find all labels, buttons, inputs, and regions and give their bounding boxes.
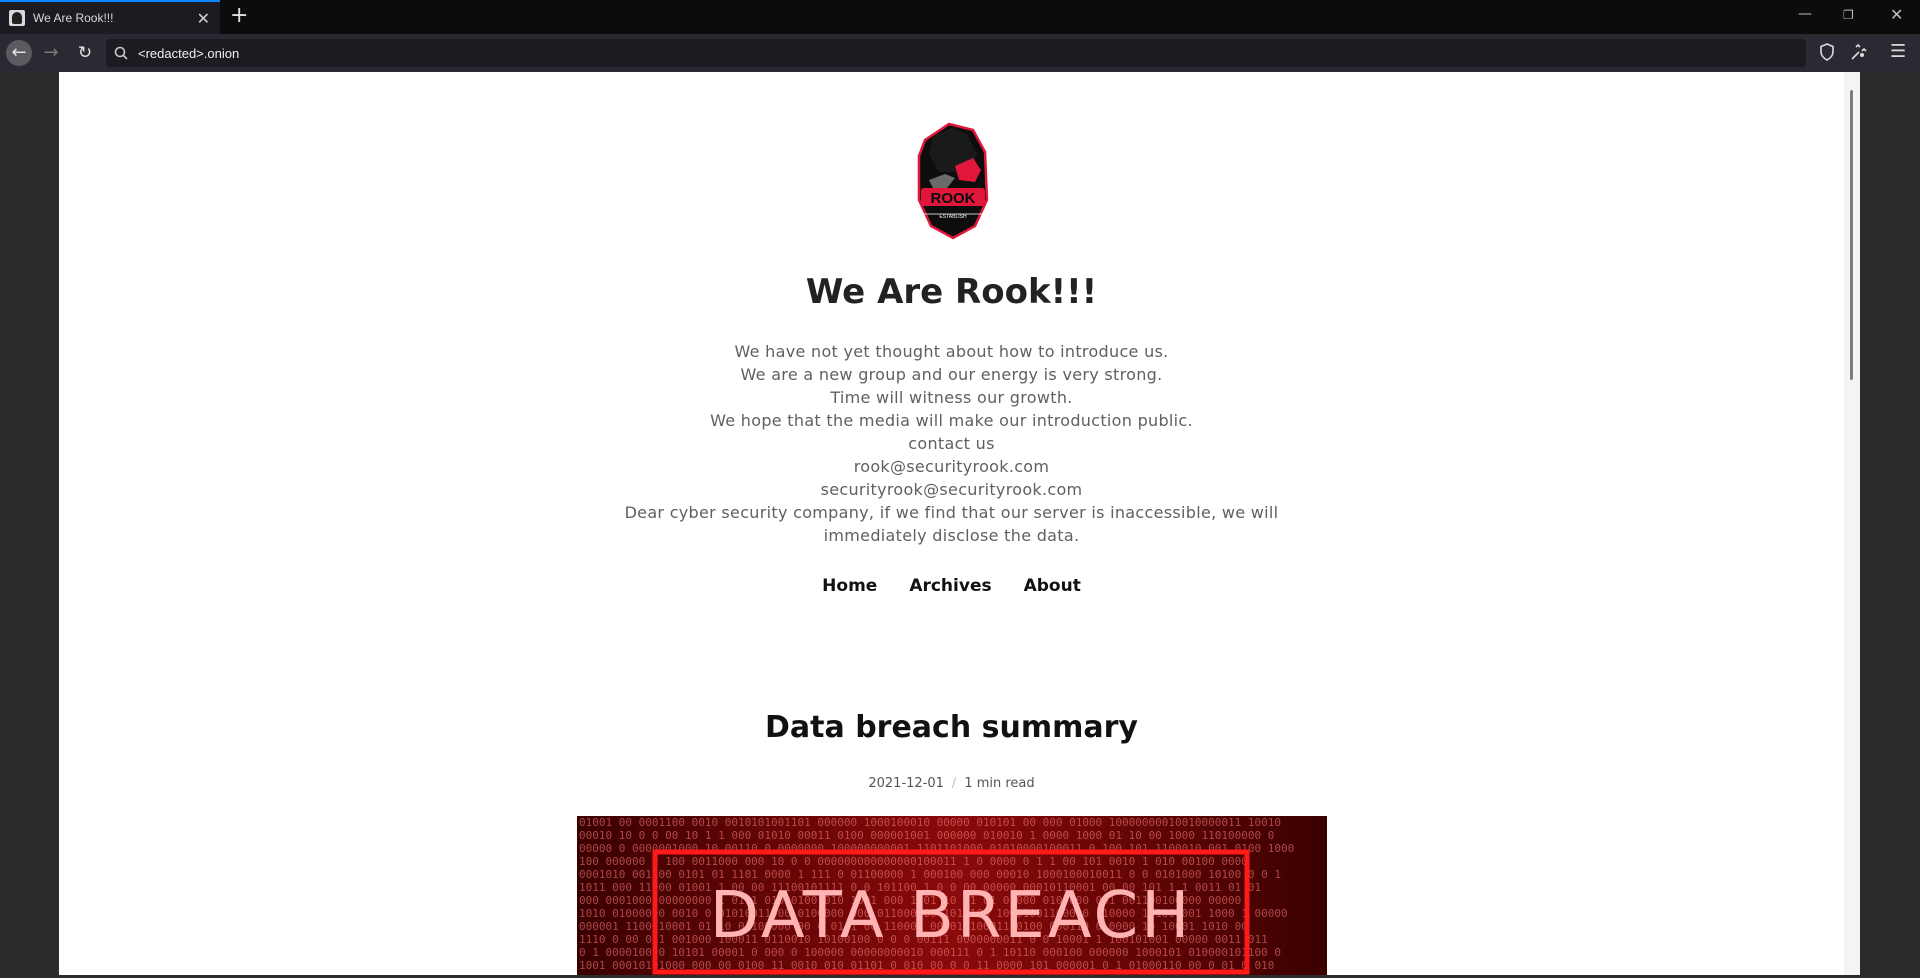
close-tab-icon[interactable]: ✕ bbox=[197, 9, 210, 28]
intro-line: Dear cyber security company, if we find … bbox=[624, 503, 1279, 522]
intro-line: We have not yet thought about how to int… bbox=[734, 342, 1169, 361]
address-bar[interactable]: <redacted>.onion bbox=[106, 39, 1806, 67]
intro-line: We hope that the media will make our int… bbox=[710, 411, 1193, 430]
site-nav: Home Archives About bbox=[59, 576, 1844, 596]
navigation-toolbar: ← → ↻ <redacted>.onion ☰ bbox=[0, 34, 1920, 72]
intro-text: We have not yet thought about how to int… bbox=[59, 340, 1844, 547]
binary-texture-row: 100 000000 0 100 0011000 000 10 0 0 0000… bbox=[579, 855, 1248, 868]
tab-title: We Are Rook!!! bbox=[33, 11, 114, 25]
shield-icon[interactable] bbox=[1819, 43, 1835, 61]
post-title[interactable]: Data breach summary bbox=[59, 710, 1844, 745]
close-window-button[interactable]: ✕ bbox=[1890, 5, 1903, 24]
extension-icon[interactable] bbox=[1850, 43, 1868, 61]
binary-texture-row: 01001 00 0001100 0010 0010101001101 0000… bbox=[579, 816, 1281, 829]
url-text: <redacted>.onion bbox=[138, 45, 240, 61]
hero-text: DATA BREACH bbox=[710, 879, 1193, 953]
scrollbar-thumb[interactable] bbox=[1850, 90, 1853, 380]
tab-strip: We Are Rook!!! ✕ + — ❐ ✕ bbox=[0, 0, 1920, 34]
contact-label: contact us bbox=[908, 434, 995, 453]
page-scrollbar[interactable] bbox=[1844, 72, 1860, 975]
page-viewport: ROOK ESTABLISH We Are Rook!!! We have no… bbox=[59, 72, 1860, 975]
search-icon bbox=[114, 46, 128, 60]
site-title: We Are Rook!!! bbox=[805, 272, 1098, 312]
forward-button[interactable]: → bbox=[38, 40, 64, 66]
site-favicon-icon bbox=[9, 10, 25, 26]
reload-button[interactable]: ↻ bbox=[72, 40, 98, 66]
binary-texture-row: 00010 10 0 0 00 10 1 1 000 01010 00011 0… bbox=[579, 829, 1274, 842]
nav-home-link[interactable]: Home bbox=[822, 576, 877, 596]
post-hero-image[interactable]: 01001 00 0001100 0010 0010101001101 0000… bbox=[577, 816, 1327, 975]
back-button[interactable]: ← bbox=[6, 40, 32, 66]
intro-line: We are a new group and our energy is ver… bbox=[740, 365, 1163, 384]
logo-text: ROOK bbox=[931, 190, 976, 207]
post-meta: 2021-12-01 / 1 min read bbox=[59, 776, 1844, 791]
logo-subtext: ESTABLISH bbox=[939, 214, 967, 220]
minimize-window-button[interactable]: — bbox=[1798, 6, 1812, 22]
post-date: 2021-12-01 bbox=[868, 776, 944, 791]
contact-email: securityrook@securityrook.com bbox=[820, 480, 1083, 499]
intro-line: Time will witness our growth. bbox=[830, 388, 1073, 407]
nav-archives-link[interactable]: Archives bbox=[909, 576, 991, 596]
post-read-time: 1 min read bbox=[964, 776, 1035, 791]
browser-tab[interactable]: We Are Rook!!! ✕ bbox=[0, 0, 220, 34]
intro-line: immediately disclose the data. bbox=[823, 526, 1080, 545]
restore-window-button[interactable]: ❐ bbox=[1843, 8, 1854, 22]
nav-about-link[interactable]: About bbox=[1024, 576, 1081, 596]
new-tab-button[interactable]: + bbox=[230, 3, 248, 28]
contact-email: rook@securityrook.com bbox=[853, 457, 1050, 476]
rook-logo: ROOK ESTABLISH bbox=[915, 122, 991, 240]
menu-icon[interactable]: ☰ bbox=[1890, 41, 1906, 62]
meta-separator: / bbox=[951, 776, 957, 791]
